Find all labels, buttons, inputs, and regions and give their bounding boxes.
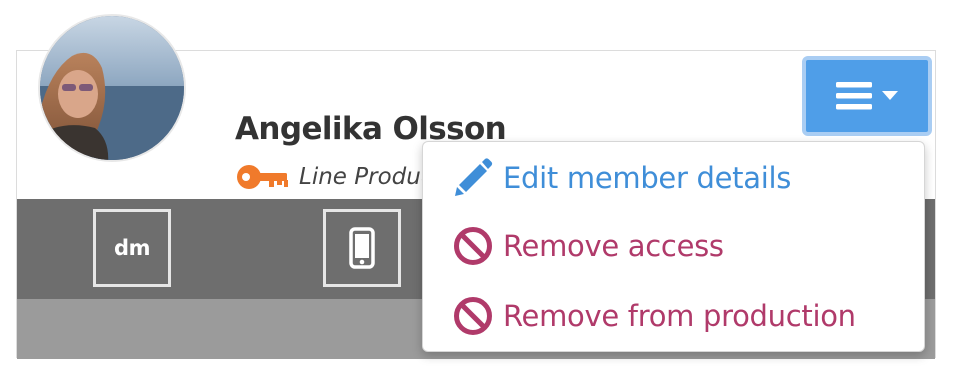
member-avatar <box>38 14 186 162</box>
hamburger-menu-icon <box>836 82 872 110</box>
dm-tile[interactable]: dm <box>93 209 171 287</box>
member-actions-dropdown: Edit member details Remove access Remove… <box>422 141 925 352</box>
caret-down-icon <box>882 91 898 100</box>
phone-tile[interactable] <box>323 209 401 287</box>
member-menu-button[interactable] <box>802 56 932 136</box>
mobile-phone-icon <box>349 227 375 269</box>
ban-icon <box>454 297 492 335</box>
remove-access-item[interactable]: Remove access <box>453 224 724 268</box>
edit-member-details-item[interactable]: Edit member details <box>453 156 791 200</box>
member-avatar-photo <box>40 16 184 160</box>
key-icon <box>237 165 288 189</box>
dm-label: dm <box>114 236 150 260</box>
ban-icon <box>454 227 492 265</box>
remove-from-production-item[interactable]: Remove from production <box>453 294 856 338</box>
remove-access-label: Remove access <box>503 229 724 263</box>
edit-member-details-label: Edit member details <box>503 161 792 195</box>
stage: Angelika Olsson Line Producer P dm <box>0 0 966 392</box>
remove-from-production-label: Remove from production <box>503 299 856 333</box>
pencil-icon <box>455 158 493 196</box>
